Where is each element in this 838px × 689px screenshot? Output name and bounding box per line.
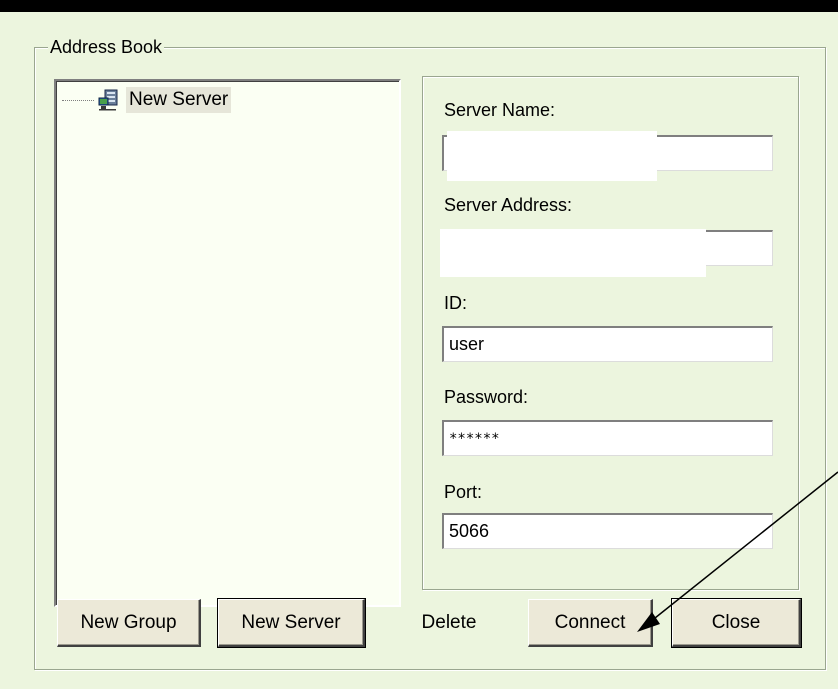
id-label: ID:: [444, 293, 468, 313]
id-field[interactable]: [442, 326, 773, 362]
port-label: Port:: [444, 482, 483, 502]
server-tree[interactable]: New Server: [54, 79, 401, 607]
redacted-overlay: [447, 131, 657, 181]
password-field[interactable]: [442, 420, 773, 456]
new-group-button[interactable]: New Group: [57, 599, 201, 647]
server-icon: [98, 89, 120, 111]
server-name-label: Server Name:: [444, 100, 556, 120]
connect-button[interactable]: Connect: [528, 599, 653, 647]
tree-connector-line: [62, 99, 94, 101]
password-label: Password:: [444, 387, 529, 407]
port-field[interactable]: [442, 513, 773, 549]
address-book-title: Address Book: [48, 36, 165, 58]
new-server-button[interactable]: New Server: [217, 598, 366, 648]
delete-button[interactable]: Delete: [384, 599, 514, 647]
close-button[interactable]: Close: [671, 598, 802, 648]
window-top-bar: [0, 0, 838, 12]
redacted-overlay: [440, 229, 706, 277]
tree-item-new-server[interactable]: New Server: [62, 85, 232, 115]
tree-item-label: New Server: [126, 87, 232, 113]
server-address-label: Server Address:: [444, 195, 573, 215]
